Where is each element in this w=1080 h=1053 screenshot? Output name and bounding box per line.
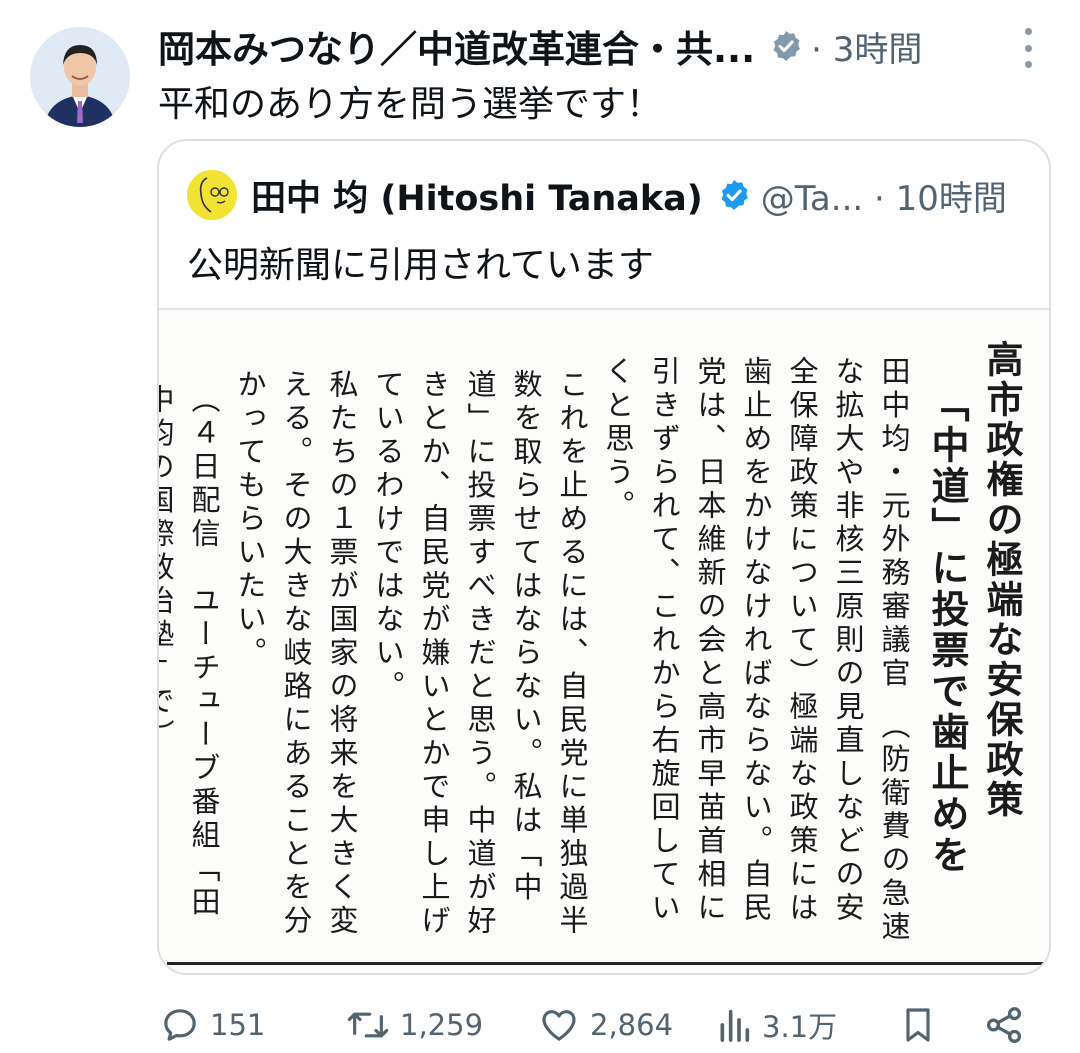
newspaper-clipping-image[interactable]: 高市政権の極端な安保政策 「中道」に投票で歯止めを 田中均・元外務審議官 （防衛… <box>159 308 1049 973</box>
share-button[interactable] <box>982 1003 1026 1047</box>
verified-badge-icon <box>721 180 748 210</box>
quoted-author-name[interactable]: 田中 均 (Hitoshi Tanaka) <box>251 170 703 221</box>
quoted-post-header: 田中 均 (Hitoshi Tanaka) @Ta... · 10時間 <box>187 169 1007 221</box>
quoted-handle-timestamp: @Ta... · 10時間 <box>760 178 1007 219</box>
profile-photo-icon <box>30 27 130 127</box>
like-button[interactable]: 2,864 <box>538 1003 673 1047</box>
reply-count: 151 <box>210 1008 266 1042</box>
views-chart-icon <box>720 1009 750 1042</box>
article-headline: 高市政権の極端な安保政策 <box>980 340 1023 820</box>
newspaper-article: 高市政権の極端な安保政策 「中道」に投票で歯止めを 田中均・元外務審議官 （防衛… <box>159 340 1025 950</box>
repost-count: 1,259 <box>400 1008 484 1042</box>
bookmark-button[interactable] <box>898 1003 938 1047</box>
post-header: 岡本みつなり／中道改革連合・共... · 3時間 <box>158 20 1038 72</box>
more-options-icon[interactable] <box>1016 28 1040 68</box>
repost-button[interactable]: 1,259 <box>346 1003 483 1047</box>
quoted-post-text: 公明新聞に引用されています <box>187 245 654 286</box>
views-button[interactable]: 3.1万 <box>716 1003 837 1047</box>
reply-icon <box>164 1009 196 1041</box>
clipping-bottom-rule <box>167 962 1049 965</box>
article-subheadline: 「中道」に投票で歯止めを <box>925 384 969 876</box>
action-bar: 151 1,259 2,864 3.1万 <box>160 1003 1040 1047</box>
article-paragraph: 私たちの１票が国家の将来を大きく変える。その大きな岐路にあることを分かってもらい… <box>233 369 359 939</box>
verified-badge-icon <box>773 31 801 61</box>
share-icon <box>986 1007 1022 1043</box>
post-timestamp[interactable]: · 3時間 <box>811 22 922 71</box>
author-name[interactable]: 岡本みつなり／中道改革連合・共... <box>158 19 755 73</box>
quoted-post[interactable]: 田中 均 (Hitoshi Tanaka) @Ta... · 10時間 公明新聞… <box>157 139 1051 975</box>
sketch-face-avatar-icon[interactable] <box>187 170 237 220</box>
author-avatar[interactable] <box>30 27 130 127</box>
reply-button[interactable]: 151 <box>160 1003 265 1047</box>
article-paragraph: 田中均・元外務審議官 （防衛費の急速な拡大や非核三原則の見直しなどの安全保障政策… <box>601 356 911 945</box>
heart-icon <box>542 1010 576 1041</box>
article-source-note: （４日配信 ユーチューブ番組「田中均の国際政治塾」で） <box>157 384 221 920</box>
views-count: 3.1万 <box>762 1010 838 1044</box>
post-text: 平和のあり方を問う選挙です！ <box>158 84 663 125</box>
article-paragraph: これを止めるには、自民党に単独過半数を取らせてはならない。私は「中道」に投票すべ… <box>371 369 589 939</box>
bookmark-icon <box>906 1008 930 1042</box>
repost-icon <box>347 1012 389 1038</box>
like-count: 2,864 <box>590 1008 674 1042</box>
